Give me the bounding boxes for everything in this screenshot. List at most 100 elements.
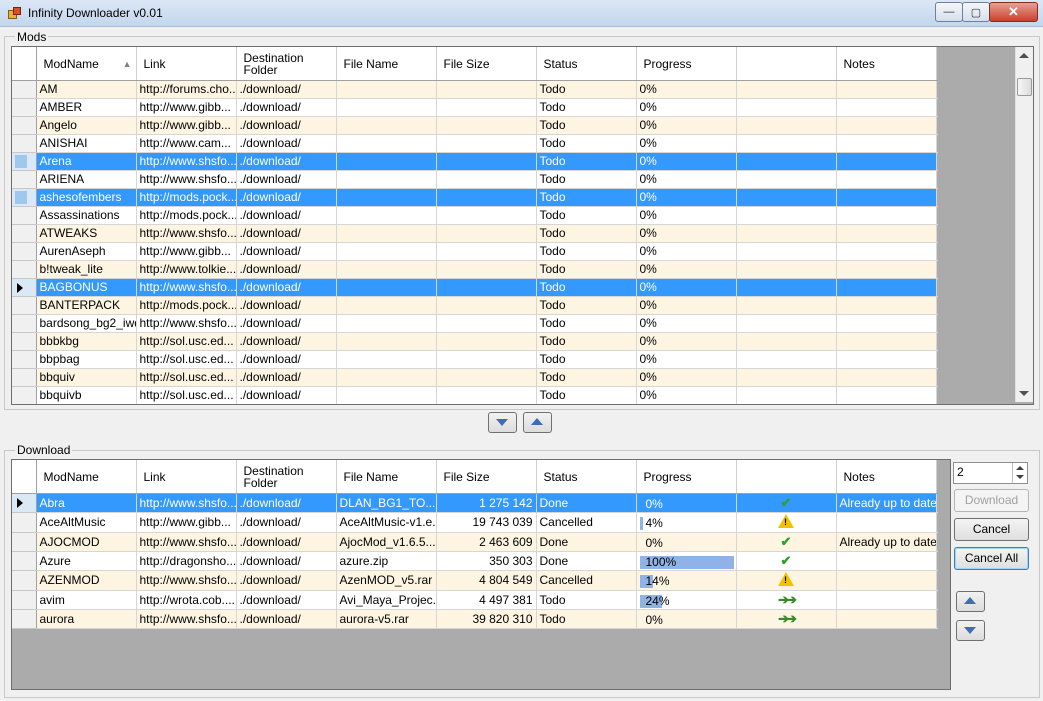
row-header[interactable] [12, 206, 37, 225]
table-row[interactable]: bardsong_bg2_iwd http://www.shsfo... ./dow… [12, 314, 937, 333]
column-header[interactable]: Notes [836, 47, 937, 81]
row-header[interactable] [12, 134, 37, 153]
row-header[interactable] [12, 80, 37, 99]
column-header[interactable]: ModName ▲ [36, 47, 137, 81]
table-row[interactable]: b!tweak_lite http://www.tolkie... ./downlo… [12, 260, 937, 279]
queue-move-down-button[interactable] [956, 620, 985, 641]
scroll-up-arrow-icon[interactable] [1019, 53, 1029, 58]
table-row[interactable]: BAGBONUS http://www.shsfo... ./download/To… [12, 278, 937, 297]
cell-spacer [936, 570, 937, 591]
row-header[interactable] [12, 152, 37, 171]
concurrency-spinner[interactable] [953, 462, 1028, 484]
table-row[interactable]: ATWEAKS http://www.shsfo... ./download/Tod… [12, 224, 937, 243]
row-header[interactable] [12, 188, 37, 207]
maximize-button[interactable]: ▢ [962, 2, 990, 22]
column-header[interactable]: File Size [436, 460, 537, 494]
column-header[interactable]: File Name [336, 460, 437, 494]
close-button[interactable]: ✕ [989, 2, 1038, 22]
row-header[interactable] [12, 570, 37, 591]
table-row[interactable]: bbbkbg http://sol.usc.ed... ./download/Tod… [12, 332, 937, 351]
column-header[interactable]: Status [536, 460, 637, 494]
scroll-down-arrow-icon[interactable] [1019, 391, 1029, 396]
cancel-all-button[interactable]: Cancel All [954, 547, 1029, 570]
queue-move-up-button[interactable] [956, 591, 985, 612]
move-down-button[interactable] [488, 412, 517, 433]
row-header[interactable] [12, 551, 37, 571]
cell-status: Todo [536, 332, 637, 351]
table-row[interactable]: bbquiv http://sol.usc.ed... ./download/Tod… [12, 368, 937, 387]
cell-file: azure.zip [336, 551, 437, 571]
table-row[interactable]: AJOCMOD http://www.shsfo... ./download/Ajo… [12, 532, 937, 552]
table-row[interactable]: aurora http://www.shsfo... ./download/auro… [12, 609, 937, 629]
row-header[interactable] [12, 350, 37, 369]
row-header[interactable] [12, 609, 37, 629]
row-header[interactable] [12, 296, 37, 315]
table-row[interactable]: AurenAseph http://www.gibb... ./download/T… [12, 242, 937, 261]
column-header[interactable]: Destination Folder [236, 47, 337, 81]
row-header[interactable] [12, 260, 37, 279]
column-header[interactable] [736, 460, 837, 494]
table-row[interactable]: AZENMOD http://www.shsfo... ./download/Aze… [12, 570, 937, 591]
table-row[interactable]: ANISHAI http://www.cam... ./download/Todo 0… [12, 134, 937, 153]
column-header-label: Status [543, 469, 578, 484]
column-header[interactable] [736, 47, 837, 81]
column-header[interactable]: Progress [636, 47, 737, 81]
table-row[interactable]: AM http://forums.cho... ./download/Todo 0% [12, 80, 937, 99]
move-up-button[interactable] [523, 412, 552, 433]
mods-scrollbar[interactable] [1015, 47, 1033, 402]
table-row[interactable]: bbpbag http://sol.usc.ed... ./download/Tod… [12, 350, 937, 369]
download-grid[interactable]: ModName Link Destination Folder File Name Fi… [11, 459, 951, 690]
table-row[interactable]: Abra http://www.shsfo... ./download/DLAN_B… [12, 493, 937, 513]
column-header[interactable]: ModName [36, 460, 137, 494]
table-row[interactable]: ashesofembers http://mods.pock... ./downlo… [12, 188, 937, 207]
table-row[interactable]: Arena http://www.shsfo... ./download/Todo 0… [12, 152, 937, 171]
table-row[interactable]: Assassinations http://mods.pock... ./downl… [12, 206, 937, 225]
cell-size [436, 152, 537, 171]
table-row[interactable]: AMBER http://www.gibb... ./download/Todo 0% [12, 98, 937, 117]
cell-file [336, 242, 437, 261]
cell-link: http://www.shsfo... [136, 314, 237, 333]
cell-progress: 0% [636, 278, 737, 297]
row-header[interactable] [12, 493, 37, 513]
column-header[interactable]: File Name [336, 47, 437, 81]
mods-grid[interactable]: ModName ▲ Link Destination Folder File Name F… [11, 46, 1034, 405]
row-header[interactable] [12, 224, 37, 243]
progress-bar: 24% [639, 594, 734, 608]
cell-link: http://www.shsfo... [136, 570, 237, 591]
table-row[interactable]: avim http://wrota.cob.... ./download/Avi_M… [12, 590, 937, 610]
column-header[interactable]: Notes [836, 460, 937, 494]
column-header[interactable]: Link [136, 47, 237, 81]
column-header[interactable]: Destination Folder [236, 460, 337, 494]
concurrency-input[interactable] [954, 463, 1011, 481]
minimize-button[interactable]: — [935, 2, 963, 22]
table-row[interactable]: bbquivb http://sol.usc.ed... ./download/To… [12, 386, 937, 404]
row-header[interactable] [12, 368, 37, 387]
spin-down-icon[interactable] [1016, 475, 1024, 479]
row-header[interactable] [12, 170, 37, 189]
table-row[interactable]: Angelo http://www.gibb... ./download/Todo 0… [12, 116, 937, 135]
table-row[interactable]: Azure http://dragonsho... ./download/azure… [12, 551, 937, 571]
row-header[interactable] [12, 512, 37, 533]
column-header[interactable]: File Size [436, 47, 537, 81]
row-header[interactable] [12, 332, 37, 351]
row-header[interactable] [12, 98, 37, 117]
row-header[interactable] [12, 116, 37, 135]
row-header[interactable] [12, 242, 37, 261]
download-button[interactable]: Download [954, 489, 1029, 512]
row-header[interactable] [12, 278, 37, 297]
column-header[interactable]: Progress [636, 460, 737, 494]
table-row[interactable]: ARIENA http://www.shsfo... ./download/Todo… [12, 170, 937, 189]
cell-notes [836, 278, 937, 297]
row-header[interactable] [12, 590, 37, 610]
column-header[interactable]: Link [136, 460, 237, 494]
spin-up-icon[interactable] [1016, 466, 1024, 470]
scroll-thumb[interactable] [1017, 78, 1032, 96]
table-row[interactable]: AceAltMusic http://www.gibb... ./download/… [12, 512, 937, 533]
row-header[interactable] [12, 314, 37, 333]
row-header[interactable] [12, 532, 37, 552]
table-row[interactable]: BANTERPACK http://mods.pock... ./download/… [12, 296, 937, 315]
row-header[interactable] [12, 386, 37, 404]
column-header[interactable]: Status [536, 47, 637, 81]
cancel-button[interactable]: Cancel [954, 518, 1029, 541]
cell-size [436, 368, 537, 387]
